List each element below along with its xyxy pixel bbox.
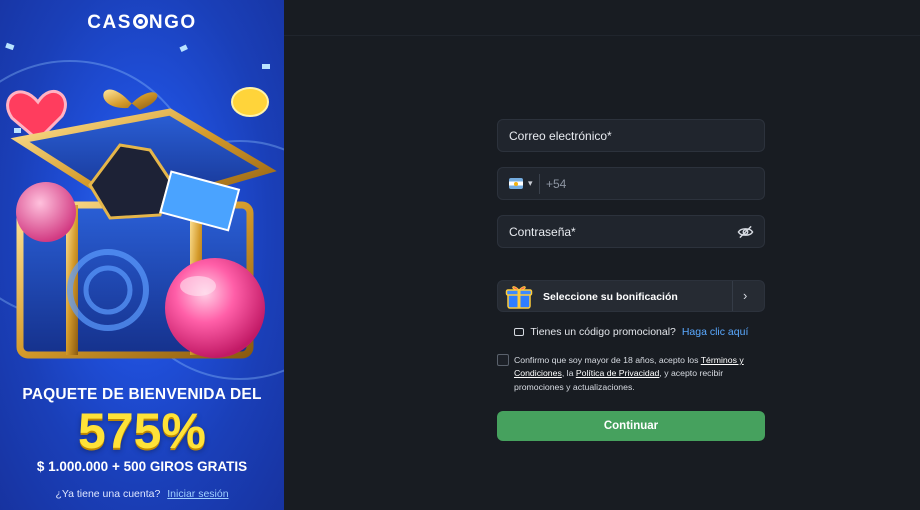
phone-country-code: +54	[546, 177, 567, 191]
promo-code-row: Tienes un código promocional? Haga clic …	[497, 326, 765, 338]
bonus-label: Seleccione su bonificación	[543, 291, 678, 303]
email-field[interactable]: Correo electrónico*	[497, 119, 765, 152]
privacy-link[interactable]: Política de Privacidad	[576, 368, 660, 378]
terms-text: Confirmo que soy mayor de 18 años, acept…	[514, 354, 750, 394]
casongo-logo: CAS NGO	[87, 12, 197, 33]
terms-text-part: Confirmo que soy mayor de 18 años, acept…	[514, 355, 701, 365]
bonus-chevron-box[interactable]: ›	[732, 281, 764, 311]
top-bar	[284, 0, 920, 36]
account-question: ¿Ya tiene una cuenta?	[55, 488, 161, 500]
gift-icon	[505, 286, 533, 309]
bonus-selector[interactable]: Seleccione su bonificación ›	[497, 280, 765, 312]
terms-text-part: , la	[561, 368, 576, 379]
terms-checkbox[interactable]	[497, 354, 509, 366]
chevron-down-icon[interactable]: ▾	[528, 178, 533, 189]
promo-code-question: Tienes un código promocional?	[530, 326, 676, 338]
promo-code-link[interactable]: Haga clic aquí	[682, 326, 749, 338]
chevron-right-icon: ›	[743, 288, 748, 303]
login-prompt: ¿Ya tiene una cuenta? Iniciar sesión	[0, 488, 284, 500]
login-link[interactable]: Iniciar sesión	[167, 488, 228, 500]
ticket-icon	[513, 328, 524, 336]
phone-field[interactable]: ▾ +54	[497, 167, 765, 200]
argentina-flag-icon[interactable]	[509, 178, 523, 189]
phone-divider	[539, 174, 540, 194]
promo-amount: $ 1.000.000 + 500 GIROS GRATIS	[36, 459, 248, 474]
continue-button[interactable]: Continuar	[497, 411, 765, 441]
promo-percentage: 575%	[78, 403, 206, 459]
password-placeholder: Contraseña*	[509, 225, 576, 239]
promo-panel: CAS NGO PAQUETE DE BIENVENIDA DEL 575% $…	[0, 0, 284, 510]
treasure-chest-illustration	[5, 42, 277, 359]
eye-slash-icon[interactable]	[737, 224, 754, 240]
password-field[interactable]: Contraseña*	[497, 215, 765, 248]
email-placeholder: Correo electrónico*	[509, 129, 612, 143]
